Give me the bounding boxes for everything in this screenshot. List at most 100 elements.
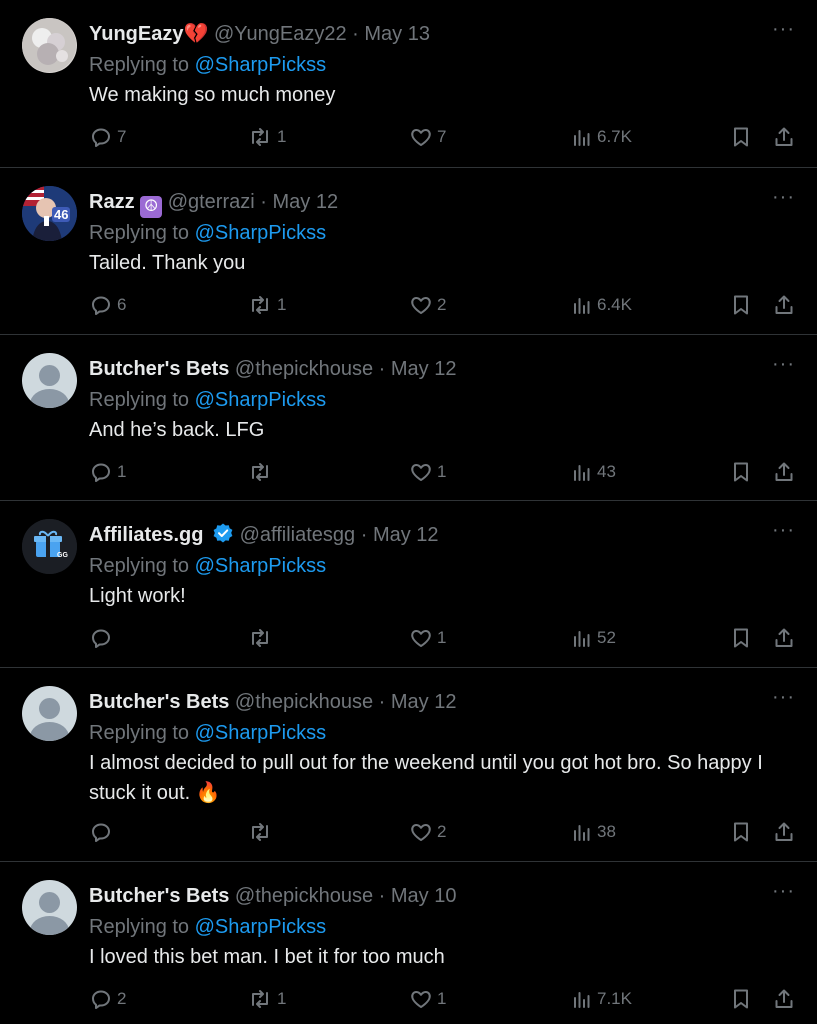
reply-button[interactable] [89, 817, 117, 847]
more-options-icon[interactable]: ··· [772, 687, 795, 707]
display-name[interactable]: Razz [89, 191, 135, 213]
display-name[interactable]: Butcher's Bets [89, 885, 229, 907]
handle[interactable]: @thepickhouse [235, 691, 373, 713]
avatar[interactable] [22, 353, 77, 408]
views-button[interactable]: 6.7K [571, 122, 632, 152]
handle[interactable]: @gterrazi [168, 191, 255, 213]
retweet-icon [252, 990, 268, 1008]
reply-button[interactable]: 1 [89, 457, 126, 487]
view-count: 38 [597, 822, 616, 841]
view-count: 7.1K [597, 989, 632, 1008]
timestamp[interactable]: May 12 [391, 691, 457, 713]
mention-link[interactable]: @SharpPickss [195, 54, 326, 76]
more-options-icon[interactable]: ··· [772, 187, 795, 207]
more-options-icon[interactable]: ··· [772, 354, 795, 374]
replying-label: Replying to [89, 555, 190, 577]
more-options-icon[interactable]: ··· [772, 19, 795, 39]
views-button[interactable]: 6.4K [571, 290, 632, 320]
retweet-button[interactable] [247, 457, 277, 487]
retweet-button[interactable]: 1 [247, 122, 286, 152]
retweet-button[interactable]: 1 [247, 290, 286, 320]
handle[interactable]: @affiliatesgg [240, 524, 356, 546]
share-button[interactable] [773, 457, 795, 487]
bookmark-button[interactable] [730, 290, 752, 320]
mention-link[interactable]: @SharpPickss [195, 222, 326, 244]
tweet-header: Butcher's Bets @thepickhouse · May 12 [89, 353, 795, 385]
handle[interactable]: @YungEazy22 [214, 23, 347, 45]
replying-to: Replying to @SharpPickss [89, 385, 795, 415]
mention-link[interactable]: @SharpPickss [195, 722, 326, 744]
separator: · [260, 191, 267, 213]
display-name[interactable]: Butcher's Bets [89, 691, 229, 713]
avatar[interactable]: GG [22, 519, 77, 574]
avatar[interactable]: 46 [22, 186, 77, 241]
share-icon [775, 989, 793, 1008]
retweet-icon [252, 629, 268, 647]
bookmark-button[interactable] [730, 984, 752, 1014]
reply-button[interactable]: 6 [89, 290, 126, 320]
share-icon [775, 127, 793, 146]
reply-tweet[interactable]: Butcher's Bets @thepickhouse · May 10 Re… [0, 862, 817, 1024]
avatar[interactable] [22, 686, 77, 741]
bookmark-button[interactable] [730, 457, 752, 487]
like-button[interactable]: 1 [409, 457, 446, 487]
like-button[interactable]: 7 [409, 122, 446, 152]
display-name[interactable]: Affiliates.gg [89, 524, 203, 546]
handle[interactable]: @thepickhouse [235, 885, 373, 907]
timestamp[interactable]: May 12 [273, 191, 339, 213]
share-button[interactable] [773, 122, 795, 152]
share-button[interactable] [773, 984, 795, 1014]
reply-tweet[interactable]: 46 Razz ☮ @gterrazi · May 12 Replying to… [0, 168, 817, 335]
mention-link[interactable]: @SharpPickss [195, 389, 326, 411]
like-count: 2 [437, 822, 447, 841]
bookmark-button[interactable] [730, 817, 752, 847]
like-button[interactable]: 2 [409, 290, 446, 320]
retweet-button[interactable]: 1 [247, 984, 286, 1014]
views-button[interactable]: 7.1K [571, 984, 632, 1014]
timestamp[interactable]: May 12 [373, 524, 439, 546]
like-button[interactable]: 1 [409, 623, 446, 653]
display-name[interactable]: Butcher's Bets [89, 358, 229, 380]
view-count: 6.7K [597, 127, 632, 146]
like-button[interactable]: 1 [409, 984, 446, 1014]
bookmark-button[interactable] [730, 623, 752, 653]
handle[interactable]: @thepickhouse [235, 358, 373, 380]
share-button[interactable] [773, 623, 795, 653]
reply-button[interactable] [89, 623, 117, 653]
share-button[interactable] [773, 290, 795, 320]
tweet-text: I almost decided to pull out for the wee… [89, 752, 763, 804]
avatar[interactable] [22, 880, 77, 935]
more-options-icon[interactable]: ··· [772, 520, 795, 540]
tweet-header: YungEazy💔 @YungEazy22 · May 13 [89, 18, 795, 50]
views-button[interactable]: 52 [571, 623, 616, 653]
retweet-button[interactable] [247, 817, 277, 847]
tweet-text: We making so much money [89, 84, 336, 106]
like-button[interactable]: 2 [409, 817, 446, 847]
more-options-icon[interactable]: ··· [772, 881, 795, 901]
default-avatar-icon [39, 892, 60, 913]
share-icon [775, 822, 793, 841]
share-button[interactable] [773, 817, 795, 847]
tweet-header: Razz ☮ @gterrazi · May 12 [89, 186, 795, 218]
bookmark-icon [734, 628, 748, 648]
tweet-text: Light work! [89, 585, 186, 607]
reply-tweet[interactable]: YungEazy💔 @YungEazy22 · May 13 Replying … [0, 0, 817, 168]
views-button[interactable]: 43 [571, 457, 616, 487]
reply-icon [92, 296, 110, 315]
retweet-count: 1 [277, 989, 287, 1008]
timestamp[interactable]: May 13 [364, 23, 430, 45]
bookmark-button[interactable] [730, 122, 752, 152]
retweet-button[interactable] [247, 623, 277, 653]
mention-link[interactable]: @SharpPickss [195, 916, 326, 938]
views-button[interactable]: 38 [571, 817, 616, 847]
reply-tweet[interactable]: Butcher's Bets @thepickhouse · May 12 Re… [0, 335, 817, 501]
display-name[interactable]: YungEazy [89, 23, 183, 45]
reply-tweet[interactable]: GG Affiliates.gg @affiliatesgg · May 12 … [0, 501, 817, 668]
timestamp[interactable]: May 10 [391, 885, 457, 907]
mention-link[interactable]: @SharpPickss [195, 555, 326, 577]
reply-tweet[interactable]: Butcher's Bets @thepickhouse · May 12 Re… [0, 668, 817, 862]
reply-button[interactable]: 2 [89, 984, 126, 1014]
reply-button[interactable]: 7 [89, 122, 126, 152]
avatar[interactable] [22, 18, 77, 73]
timestamp[interactable]: May 12 [391, 358, 457, 380]
